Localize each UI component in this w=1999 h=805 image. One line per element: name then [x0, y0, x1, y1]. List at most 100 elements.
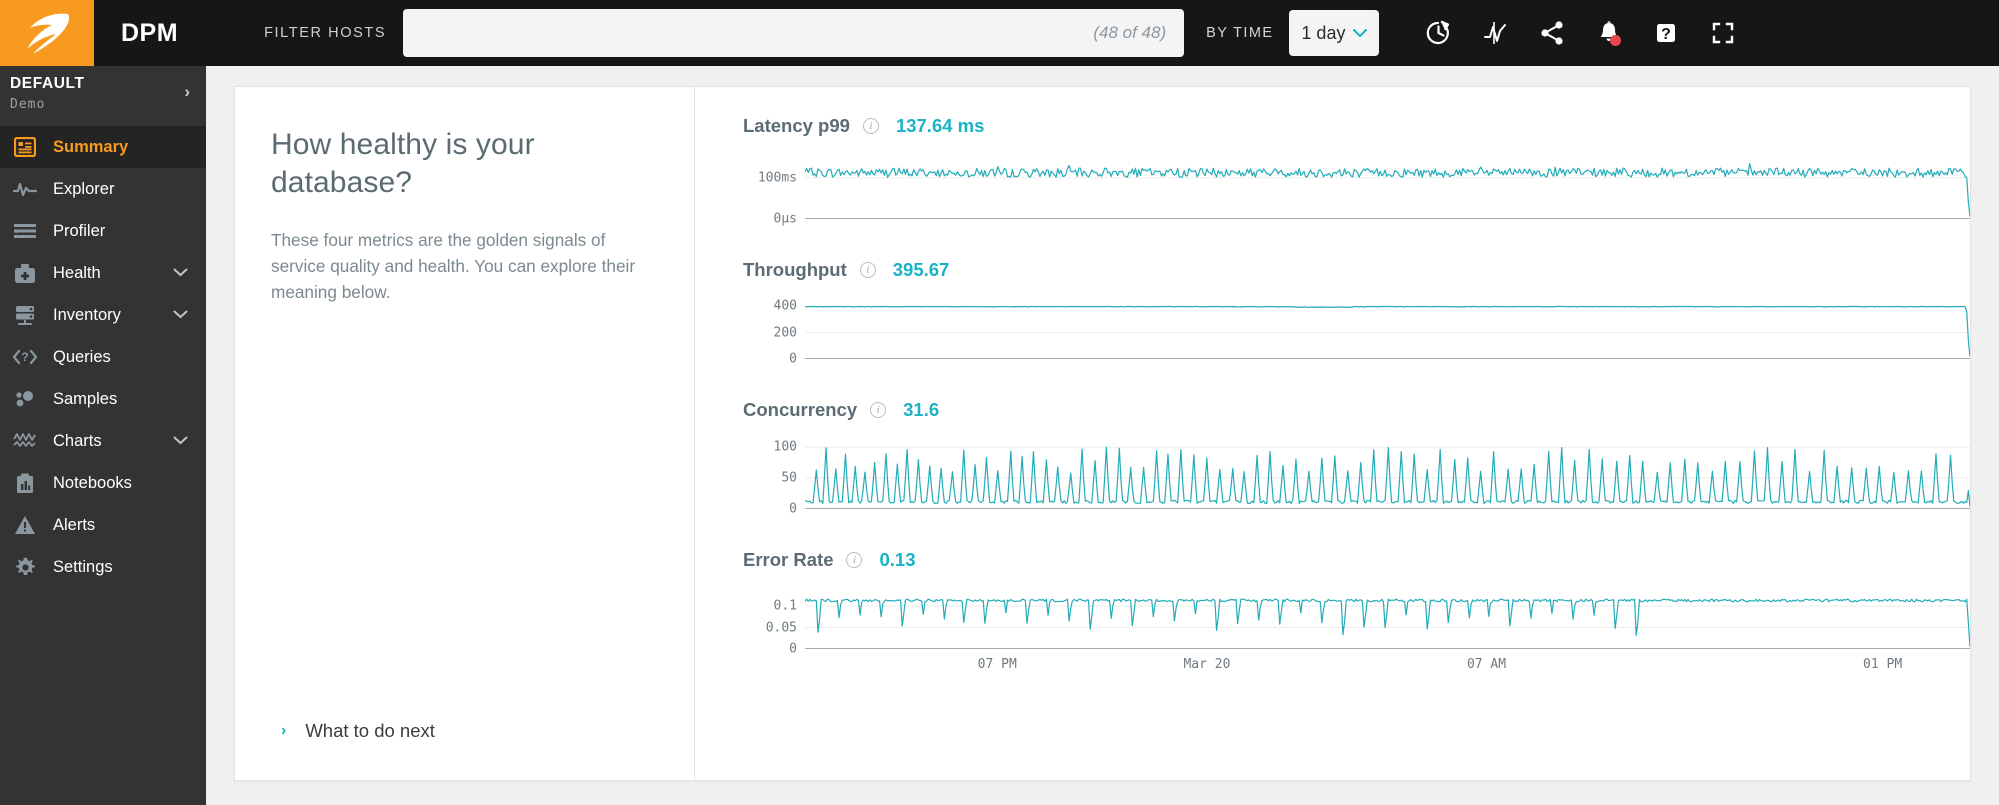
settings-gear-icon	[10, 557, 40, 578]
metric-error-rate: Error Rate i 0.13 0.1 0.05 0 07 PM Mar 20 07 AM 0…	[695, 545, 1970, 675]
samples-dots-icon	[10, 389, 40, 409]
sidebar-item-charts[interactable]: Charts	[0, 420, 206, 462]
sidebar-item-explorer[interactable]: Explorer	[0, 168, 206, 210]
x-tick-label: 07 AM	[1466, 657, 1507, 672]
y-axis-labels: 0.1 0.05 0	[695, 581, 805, 657]
y-tick-label: 400	[773, 298, 797, 314]
sidebar-item-label: Alerts	[53, 515, 96, 534]
y-tick-label: 0.1	[773, 598, 797, 614]
filter-hosts-label: FILTER HOSTS	[264, 25, 387, 41]
chevron-right-icon: ›	[281, 722, 287, 739]
metrics-column: Latency p99 i 137.64 ms 100ms 0µs Throughput i…	[695, 87, 1970, 780]
sidebar-item-profiler[interactable]: Profiler	[0, 210, 206, 252]
sidebar-item-summary[interactable]: Summary	[0, 126, 206, 168]
y-tick-label: 50	[781, 470, 797, 486]
y-tick-label: 200	[773, 325, 797, 341]
metric-value: 0.13	[879, 549, 916, 570]
sidebar-item-label: Summary	[53, 137, 129, 156]
sidebar-item-label: Notebooks	[53, 473, 132, 492]
what-to-do-next-toggle[interactable]: › What to do next	[271, 720, 650, 750]
sidebar-item-samples[interactable]: Samples	[0, 378, 206, 420]
summary-grid-icon	[10, 137, 40, 157]
info-circle-icon[interactable]: i	[859, 262, 876, 278]
chevron-down-icon[interactable]	[173, 308, 188, 322]
info-circle-icon[interactable]: i	[862, 118, 879, 134]
chevron-right-icon: ›	[184, 82, 190, 101]
chart-plot-area[interactable]	[805, 431, 1970, 509]
metric-title: Throughput	[743, 259, 847, 280]
sidebar-item-label: Profiler	[53, 221, 106, 240]
metric-value: 137.64 ms	[895, 115, 985, 136]
profiler-bars-icon	[10, 221, 40, 241]
chart-plot-area[interactable]	[805, 291, 1970, 359]
summary-panel: How healthy is your database? These four…	[234, 86, 1971, 781]
sidebar-item-health[interactable]: Health	[0, 252, 206, 294]
metric-title: Latency p99	[743, 115, 850, 136]
metric-concurrency: Concurrency i 31.6 100 50 0	[695, 395, 1970, 517]
metric-title: Error Rate	[743, 549, 834, 570]
sidebar-item-label: Explorer	[53, 179, 115, 198]
org-name: DEFAULT	[10, 75, 85, 92]
svg-text:?: ?	[21, 350, 28, 364]
refresh-clock-icon[interactable]	[1409, 0, 1466, 66]
time-range-select[interactable]: 1 day	[1289, 10, 1380, 56]
metric-latency-p99: Latency p99 i 137.64 ms 100ms 0µs	[695, 111, 1970, 227]
sidebar-item-notebooks[interactable]: Notebooks	[0, 462, 206, 504]
sidebar-item-alerts[interactable]: Alerts	[0, 504, 206, 546]
y-axis-labels: 400 200 0	[695, 291, 805, 367]
sidebar-item-label: Inventory	[53, 305, 121, 324]
y-tick-label: 0µs	[773, 211, 797, 227]
x-tick-label: 07 PM	[977, 657, 1017, 672]
y-tick-label: 0.05	[765, 620, 797, 635]
metric-value: 31.6	[903, 399, 940, 420]
sidebar-item-settings[interactable]: Settings	[0, 546, 206, 588]
inventory-server-icon	[10, 305, 40, 326]
app-title: DPM	[121, 18, 179, 47]
charts-wave-icon	[10, 432, 40, 450]
pulse-chart-icon[interactable]	[1466, 0, 1523, 66]
y-tick-label: 0	[789, 351, 797, 367]
sidebar-item-label: Queries	[53, 347, 111, 366]
chevron-down-icon	[1353, 27, 1368, 40]
toolbar-icons: ?	[1409, 0, 1751, 66]
sidebar-nav: Summary Explorer Profiler Health Inventory? Q…	[0, 126, 206, 588]
explorer-pulse-icon	[10, 179, 40, 199]
time-range-value: 1 day	[1301, 22, 1346, 43]
by-time-label: BY TIME	[1206, 25, 1274, 41]
x-tick-label: Mar 20	[1183, 657, 1231, 672]
chart-plot-area[interactable]	[805, 581, 1970, 649]
share-icon[interactable]	[1523, 0, 1580, 66]
sidebar-item-label: Samples	[53, 389, 118, 408]
sidebar-item-queries[interactable]: ? Queries	[0, 336, 206, 378]
sidebar-item-label: Health	[53, 263, 101, 282]
page-title: How healthy is your database?	[271, 128, 535, 200]
y-tick-label: 0	[789, 501, 797, 517]
solarwinds-logo-icon[interactable]	[0, 0, 94, 66]
chevron-down-icon[interactable]	[173, 434, 188, 448]
intro-card: How healthy is your database? These four…	[235, 87, 695, 780]
org-selector[interactable]: DEFAULT Demo ›	[0, 66, 206, 126]
info-circle-icon[interactable]: i	[870, 402, 887, 418]
sidebar: DEFAULT Demo › Summary Explorer Profiler He…	[0, 66, 206, 805]
svg-text:?: ?	[1661, 26, 1671, 43]
help-question-icon[interactable]: ?	[1637, 0, 1694, 66]
y-axis-labels: 100 50 0	[695, 431, 805, 517]
top-bar: DPM FILTER HOSTS (48 of 48) BY TIME 1 da…	[0, 0, 1999, 66]
metric-title: Concurrency	[743, 399, 858, 420]
y-tick-label: 100ms	[757, 170, 797, 186]
y-tick-label: 100	[773, 439, 797, 455]
filter-hosts-input[interactable]: (48 of 48)	[403, 9, 1185, 57]
bell-notification-icon[interactable]	[1580, 0, 1637, 66]
y-tick-label: 0	[789, 641, 797, 657]
fullscreen-expand-icon[interactable]	[1694, 0, 1751, 66]
info-circle-icon[interactable]: i	[846, 552, 863, 568]
metric-value: 395.67	[892, 259, 950, 280]
alerts-warning-icon	[10, 515, 40, 535]
chevron-down-icon[interactable]	[173, 266, 188, 280]
notebooks-icon	[10, 473, 40, 494]
sidebar-item-label: Charts	[53, 431, 102, 450]
sidebar-item-inventory[interactable]: Inventory	[0, 294, 206, 336]
health-kit-icon	[10, 263, 40, 284]
chart-plot-area[interactable]	[805, 147, 1970, 219]
filter-hosts-count: (48 of 48)	[1093, 23, 1167, 42]
